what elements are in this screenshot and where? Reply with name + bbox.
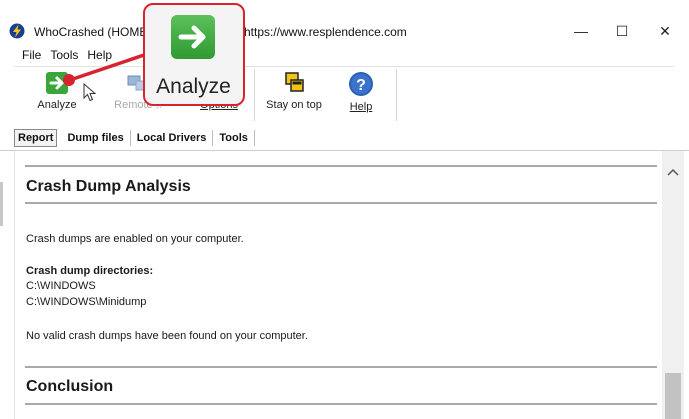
section-divider — [25, 165, 657, 167]
dumps-enabled-text: Crash dumps are enabled on your computer… — [26, 233, 244, 245]
minimize-icon: — — [574, 23, 588, 39]
dump-directories-label: Crash dump directories: — [26, 265, 154, 277]
whocrashed-icon — [9, 23, 25, 39]
maximize-icon: ☐ — [615, 22, 629, 39]
menu-bar: File Tools Help — [0, 48, 121, 66]
whocrashed-window: WhoCrashed (HOME https://www.resplendenc… — [0, 0, 689, 419]
window-title-url: https://www.resplendence.com — [244, 25, 407, 39]
maximize-button[interactable]: ☐ — [601, 18, 643, 44]
stay-on-top-label: Stay on top — [266, 99, 322, 111]
vertical-scrollbar[interactable] — [662, 151, 684, 419]
analyze-zoom-callout: Analyze — [143, 3, 245, 106]
minimize-button[interactable]: — — [560, 18, 602, 44]
help-button[interactable]: ? Help — [339, 71, 383, 123]
edge-decoration — [0, 182, 3, 226]
callout-analyze-label: Analyze — [156, 75, 231, 98]
scrollbar-thumb[interactable] — [665, 373, 681, 419]
toolbar: Analyze Remote .. Options Stay on — [14, 66, 674, 124]
mouse-cursor-icon — [83, 83, 97, 102]
menu-help[interactable]: Help — [87, 48, 112, 66]
question-mark-icon: ? — [349, 72, 373, 96]
analyze-label: Analyze — [37, 99, 77, 111]
tab-tools[interactable]: Tools — [213, 130, 255, 146]
window-title: WhoCrashed (HOME — [34, 25, 148, 39]
report-panel: Crash Dump Analysis Crash dumps are enab… — [14, 151, 660, 419]
toolbar-separator — [396, 69, 397, 121]
green-arrow-icon — [46, 72, 68, 94]
close-button[interactable]: ✕ — [644, 18, 686, 44]
title-bar: WhoCrashed (HOME https://www.resplendenc… — [0, 0, 689, 42]
section-divider — [25, 403, 657, 405]
crash-dump-analysis-heading: Crash Dump Analysis — [26, 178, 191, 195]
conclusion-heading: Conclusion — [26, 378, 114, 395]
dump-directory-2: C:\WINDOWS\Minidump — [26, 296, 147, 308]
toolbar-separator — [254, 69, 255, 121]
dump-directory-1: C:\WINDOWS — [26, 280, 96, 292]
tab-dump-files[interactable]: Dump files — [61, 130, 131, 146]
svg-text:?: ? — [356, 77, 366, 94]
stay-on-top-button[interactable]: Stay on top — [262, 71, 326, 123]
tab-bar: Report Dump files Local Drivers Tools — [14, 127, 255, 149]
close-icon: ✕ — [659, 22, 671, 39]
no-dumps-text: No valid crash dumps have been found on … — [26, 330, 308, 342]
help-label: Help — [349, 101, 373, 113]
section-divider — [25, 202, 657, 204]
stacked-windows-icon — [285, 72, 304, 92]
green-arrow-icon — [171, 15, 215, 59]
tab-local-drivers[interactable]: Local Drivers — [131, 130, 214, 146]
scroll-up-arrow-icon[interactable] — [662, 163, 684, 181]
menu-file[interactable]: File — [22, 48, 41, 66]
analyze-button[interactable]: Analyze — [32, 71, 82, 123]
section-divider — [25, 366, 657, 368]
tab-report[interactable]: Report — [14, 129, 58, 147]
menu-tools[interactable]: Tools — [50, 48, 78, 66]
